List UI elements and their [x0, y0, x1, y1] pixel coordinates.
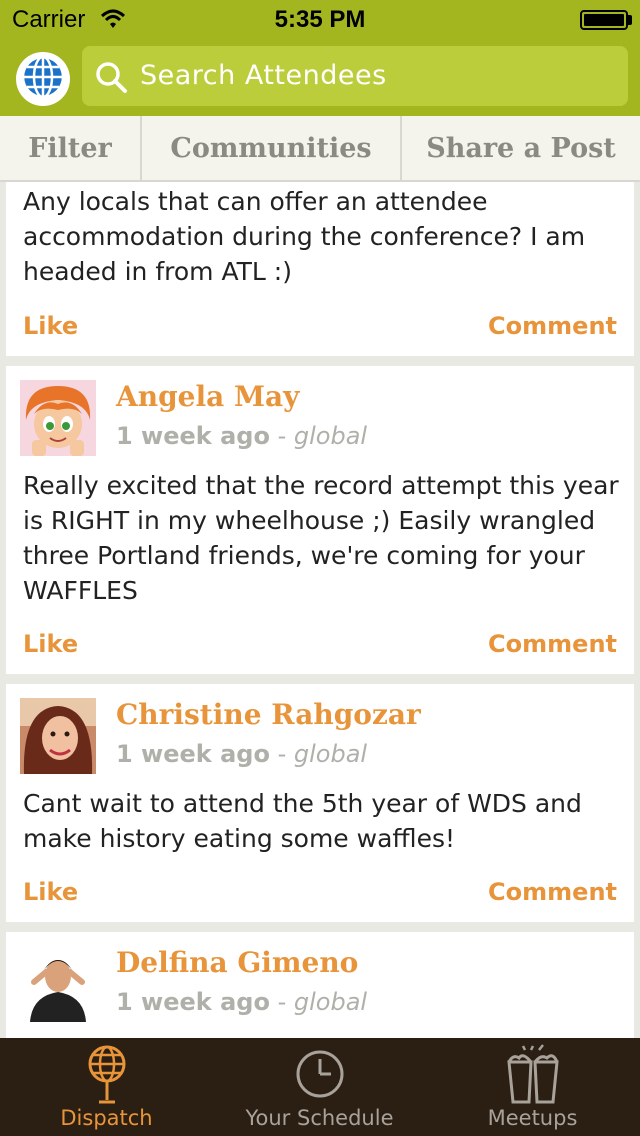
- post-scope: global: [293, 740, 368, 768]
- globe-icon: [19, 53, 67, 105]
- dispatch-globe-icon: [87, 1044, 127, 1108]
- time-ago: 1 week ago: [116, 422, 270, 450]
- tabbar-item-dispatch[interactable]: Dispatch: [0, 1038, 213, 1136]
- beer-glasses-icon: [503, 1044, 563, 1108]
- bottom-tab-bar: Dispatch Your Schedule Meetups: [0, 1038, 640, 1136]
- like-button[interactable]: Like: [23, 878, 78, 906]
- post-meta: 1 week ago - global: [116, 422, 367, 450]
- meta-separator: -: [269, 988, 294, 1016]
- tab-communities[interactable]: Communities: [142, 116, 402, 180]
- comment-button[interactable]: Comment: [488, 312, 617, 340]
- like-button[interactable]: Like: [23, 312, 78, 340]
- comment-button[interactable]: Comment: [488, 630, 617, 658]
- avatar[interactable]: [20, 698, 96, 774]
- author-name[interactable]: Angela May: [116, 380, 299, 413]
- battery-icon: [580, 10, 628, 30]
- tabbar-label: Meetups: [487, 1106, 578, 1130]
- time-ago: 1 week ago: [116, 740, 270, 768]
- author-name[interactable]: Christine Rahgozar: [116, 698, 421, 731]
- post-card: Any locals that can offer an attendee ac…: [6, 182, 634, 356]
- post-card: Angela May 1 week ago - global Really ex…: [6, 366, 634, 674]
- app-header: Carrier 5:35 PM Search Attendees: [0, 0, 640, 116]
- post-text: Cant wait to attend the 5th year of WDS …: [23, 789, 582, 853]
- post-text: Really excited that the record attempt t…: [23, 471, 619, 605]
- author-name[interactable]: Delfina Gimeno: [116, 946, 358, 979]
- clock-icon: [295, 1044, 345, 1104]
- post-meta: 1 week ago - global: [116, 988, 367, 1016]
- post-scope: global: [293, 988, 368, 1016]
- tabbar-label: Dispatch: [60, 1106, 153, 1130]
- globe-button[interactable]: [16, 52, 70, 106]
- search-input[interactable]: Search Attendees: [82, 46, 628, 106]
- post-scope: global: [293, 422, 368, 450]
- status-bar: Carrier 5:35 PM: [0, 0, 640, 40]
- post-card: Delfina Gimeno 1 week ago - global: [6, 932, 634, 1038]
- meta-separator: -: [269, 740, 294, 768]
- comment-button[interactable]: Comment: [488, 878, 617, 906]
- search-placeholder: Search Attendees: [140, 60, 387, 91]
- avatar[interactable]: [20, 380, 96, 456]
- tab-share-a-post[interactable]: Share a Post: [402, 116, 640, 180]
- dispatch-feed[interactable]: Any locals that can offer an attendee ac…: [0, 182, 640, 1038]
- status-time: 5:35 PM: [274, 6, 366, 33]
- avatar[interactable]: [20, 946, 96, 1022]
- tabbar-item-meetups[interactable]: Meetups: [426, 1038, 639, 1136]
- search-icon: [94, 60, 128, 98]
- meta-separator: -: [269, 422, 294, 450]
- post-card: Christine Rahgozar 1 week ago - global C…: [6, 684, 634, 922]
- tabbar-item-your-schedule[interactable]: Your Schedule: [213, 1038, 426, 1136]
- tab-filter[interactable]: Filter: [0, 116, 142, 180]
- post-text: Any locals that can offer an attendee ac…: [23, 187, 586, 286]
- tabbar-label: Your Schedule: [245, 1106, 394, 1130]
- top-tabs: Filter Communities Share a Post: [0, 116, 640, 182]
- battery-tip: [628, 15, 632, 25]
- post-meta: 1 week ago - global: [116, 740, 367, 768]
- like-button[interactable]: Like: [23, 630, 78, 658]
- time-ago: 1 week ago: [116, 988, 270, 1016]
